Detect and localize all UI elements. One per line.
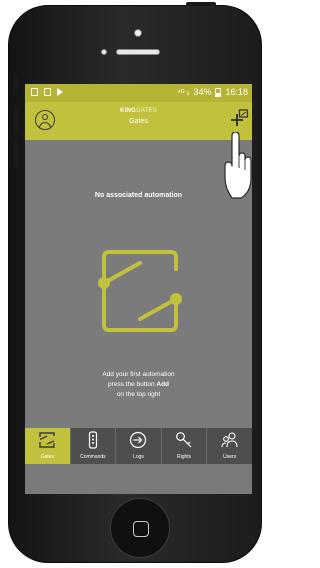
tab-label: Gates <box>40 454 54 460</box>
hint-line-2: press the button Add <box>25 380 252 390</box>
notification-icon <box>31 88 38 96</box>
hint-line-1: Add your first automation <box>102 371 175 378</box>
main-content: No associated automation Add your first … <box>25 140 252 432</box>
notification-icon <box>44 88 51 96</box>
gate-icon <box>98 250 182 332</box>
tab-commands[interactable]: Commands <box>71 428 117 464</box>
tab-label: Commands <box>80 454 106 460</box>
home-square-icon <box>133 521 149 537</box>
gate-icon <box>39 432 55 448</box>
bottom-tab-bar: Gates Commands Logs Rights Users <box>25 428 252 464</box>
battery-icon <box>215 87 222 97</box>
tab-label: Logs <box>133 454 144 460</box>
battery-percent: 34% <box>193 87 212 97</box>
volume-down-button <box>14 142 18 168</box>
proximity-sensor <box>101 49 107 55</box>
status-bar: ⁴ᴳ ᵢₗ 34% 16:18 <box>25 84 252 102</box>
app-screen: ⁴ᴳ ᵢₗ 34% 16:18 KINGGATES Gates No assoc… <box>25 84 252 494</box>
tab-logs[interactable]: Logs <box>116 428 162 464</box>
empty-state-title: No associated automation <box>94 192 183 199</box>
notification-icons <box>31 88 63 96</box>
remote-control-icon <box>88 431 97 449</box>
users-icon <box>221 432 238 448</box>
brand-secondary: GATES <box>135 108 157 114</box>
login-arrow-icon <box>130 431 147 449</box>
brand-primary: KING <box>120 108 136 114</box>
status-indicators: ⁴ᴳ ᵢₗ 34% 16:18 <box>177 87 248 97</box>
add-automation-icon[interactable] <box>228 107 250 129</box>
hint-line-3: on the top right <box>116 391 161 398</box>
page-title: Gates <box>129 118 148 125</box>
hint-add-keyword: Add <box>156 381 170 388</box>
tab-users[interactable]: Users <box>207 428 252 464</box>
empty-state-hint: Add your first automation press the butt… <box>25 370 252 400</box>
signal-icon: ⁴ᴳ ᵢₗ <box>177 87 190 97</box>
pointing-hand-icon <box>224 132 252 199</box>
home-button[interactable] <box>110 498 170 558</box>
front-camera <box>134 29 142 37</box>
mute-switch <box>14 76 18 90</box>
power-button <box>186 2 216 6</box>
volume-up-button <box>14 106 18 132</box>
tab-rights[interactable]: Rights <box>162 428 208 464</box>
brand-logo: KINGGATES <box>25 108 252 114</box>
clock: 16:18 <box>225 87 248 97</box>
hint-line-2-prefix: press the button <box>107 381 155 388</box>
tab-label: Users <box>223 454 237 460</box>
tab-label: Rights <box>176 454 192 460</box>
earpiece-speaker <box>116 49 160 55</box>
app-bar: KINGGATES Gates <box>25 102 252 140</box>
key-icon <box>176 432 192 448</box>
play-notification-icon <box>57 88 63 96</box>
tab-gates[interactable]: Gates <box>25 428 71 464</box>
